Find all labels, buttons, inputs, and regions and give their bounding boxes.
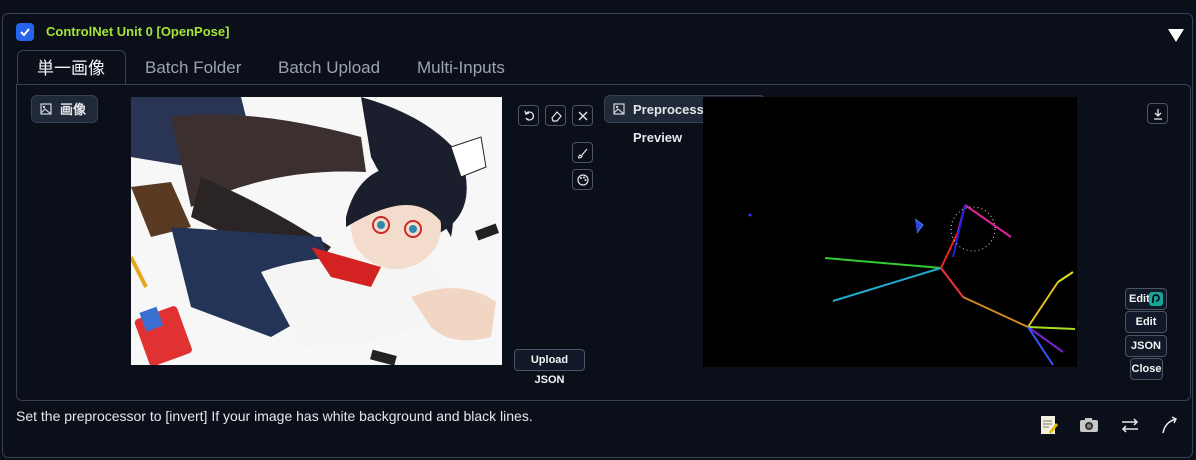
input-image-canvas[interactable] — [131, 97, 502, 365]
close-icon — [578, 111, 587, 120]
photopea-icon — [1149, 292, 1163, 306]
curved-arrow-icon[interactable] — [1159, 414, 1181, 436]
tab-multi-inputs[interactable]: Multi-Inputs — [398, 50, 524, 85]
enable-checkbox[interactable] — [16, 23, 34, 41]
image-icon — [613, 103, 625, 115]
download-icon — [1153, 108, 1162, 120]
preprocessor-hint: Set the preprocessor to [invert] If your… — [16, 408, 533, 424]
upload-json-button[interactable]: Upload JSON — [514, 349, 585, 386]
download-button[interactable] — [1147, 103, 1168, 124]
memo-icon[interactable] — [1037, 414, 1059, 436]
image-label: 画像 — [31, 95, 98, 123]
eraser-icon — [550, 110, 562, 122]
tab-single-image[interactable]: 単一画像 — [17, 50, 126, 85]
brush-button[interactable] — [572, 142, 593, 163]
edit-photopea-label: Edit — [1129, 293, 1150, 305]
preprocessor-preview-image — [703, 97, 1077, 367]
edit-button[interactable]: Edit — [1125, 311, 1167, 333]
swap-arrows-icon[interactable] — [1119, 414, 1141, 436]
unit-title[interactable]: ControlNet Unit 0 [OpenPose] — [46, 24, 229, 39]
undo-button[interactable] — [518, 105, 539, 126]
clear-image-button[interactable] — [572, 105, 593, 126]
undo-icon — [523, 110, 534, 121]
tab-batch-folder[interactable]: Batch Folder — [126, 50, 260, 85]
image-label-text: 画像 — [60, 102, 87, 117]
palette-icon — [576, 173, 589, 186]
openpose-skeleton — [748, 204, 1076, 366]
camera-icon[interactable] — [1078, 414, 1100, 436]
eraser-button[interactable] — [545, 105, 566, 126]
close-button[interactable]: Close — [1130, 358, 1163, 380]
check-icon — [20, 28, 30, 37]
brush-icon — [577, 148, 587, 159]
anime-illustration — [131, 97, 502, 365]
tab-batch-upload[interactable]: Batch Upload — [259, 50, 399, 85]
json-button[interactable]: JSON — [1125, 335, 1167, 357]
palette-button[interactable] — [572, 169, 593, 190]
edit-photopea-button[interactable]: Edit — [1125, 288, 1167, 310]
collapse-icon[interactable] — [1168, 29, 1184, 42]
image-icon — [40, 103, 52, 115]
